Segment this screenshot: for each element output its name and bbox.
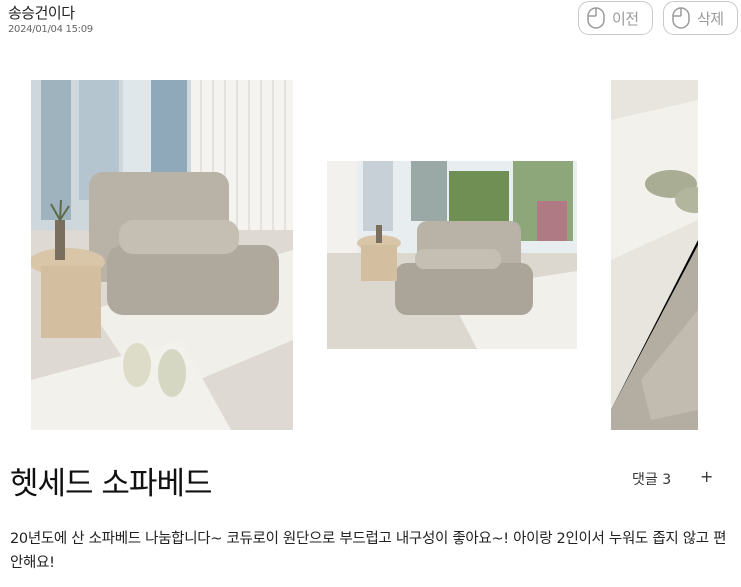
delete-label: 삭제 [697, 9, 724, 28]
post-date: 2024/01/04 15:09 [8, 24, 93, 35]
post-description: 20년도에 산 소파베드 나눔합니다~ 코듀로이 원단으로 부드럽고 내구성이 … [10, 531, 727, 571]
post-photo-2[interactable] [327, 161, 577, 349]
add-icon[interactable]: + [700, 467, 713, 486]
delete-button[interactable]: 삭제 [663, 1, 738, 35]
mouse-icon [672, 7, 692, 29]
post-author: 송승건이다 [8, 4, 75, 22]
prev-button[interactable]: 이전 [578, 1, 653, 35]
comments-count[interactable]: 댓글 3 [632, 469, 671, 489]
mouse-icon [587, 7, 607, 29]
post-photo-3[interactable] [611, 80, 698, 430]
prev-label: 이전 [612, 9, 639, 28]
post-photo-1[interactable] [31, 80, 293, 430]
post-title: 헷세드 소파베드 [10, 466, 212, 502]
